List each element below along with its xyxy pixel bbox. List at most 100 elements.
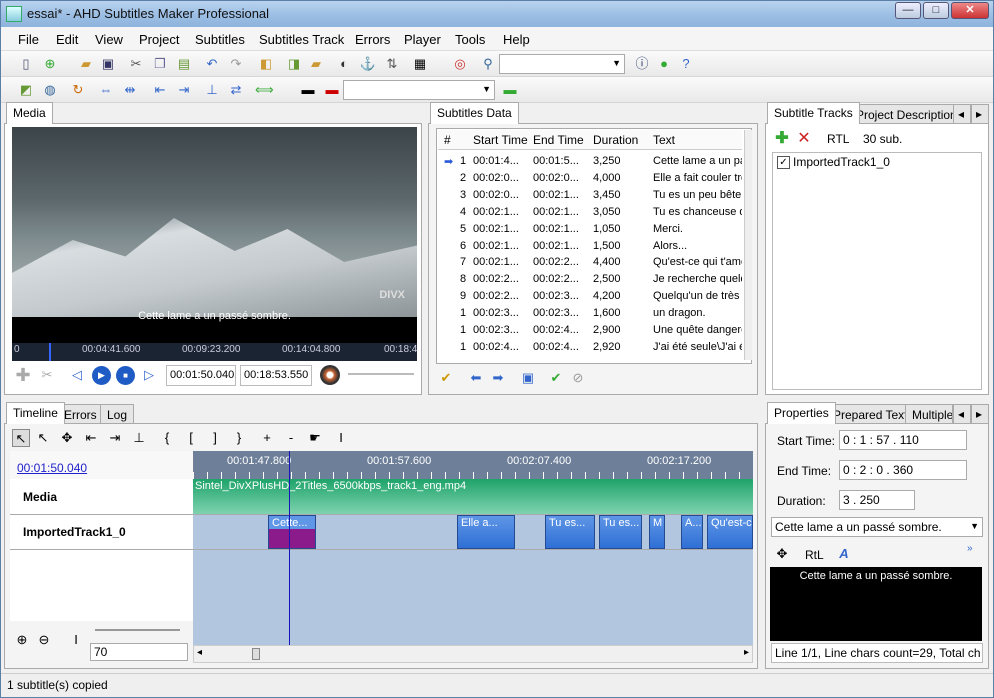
subtitle-block[interactable]: M [649, 515, 665, 549]
zoom-in-magnifier-icon[interactable]: ⊕ [13, 631, 31, 649]
paste-icon[interactable]: ▤ [175, 55, 193, 73]
menu-player[interactable]: Player [404, 32, 441, 47]
arrow-right-icon[interactable]: ➡ [489, 369, 507, 387]
add-icon[interactable]: ✚ [14, 366, 32, 384]
expand-icon[interactable]: ⇔ [97, 81, 115, 99]
subtitle-block[interactable]: Elle a... [457, 515, 515, 549]
table-row[interactable]: 9 00:02:2... 00:02:3... 4,200 Quelqu'un de t… [438, 288, 742, 305]
zoom-out-icon[interactable]: - [282, 429, 300, 447]
redo-icon[interactable]: ↷ [227, 55, 245, 73]
col-num[interactable]: # [444, 133, 451, 147]
grid-scrollbar[interactable] [744, 130, 752, 360]
cursor-text-icon[interactable]: I [332, 429, 350, 447]
tab-timeline[interactable]: Timeline [6, 402, 65, 424]
hand-icon[interactable]: ☛ [306, 429, 324, 447]
table-row[interactable]: ➡ 1 00:01:4... 00:01:5... 3,250 Cette lame a … [438, 153, 742, 170]
record-icon[interactable]: ▬ [323, 81, 341, 99]
next-icon[interactable]: ▷ [140, 366, 158, 384]
playhead[interactable] [289, 451, 290, 645]
start-time-input[interactable]: 0 : 1 : 57 . 110 [839, 430, 967, 450]
col-end[interactable]: End Time [533, 133, 584, 147]
track-checkbox[interactable]: ✓ [777, 156, 790, 169]
duration-input[interactable]: 3 . 250 [839, 490, 915, 510]
play-icon[interactable]: ▶ [92, 366, 111, 385]
scroll-left-icon[interactable]: ◂ [197, 647, 202, 658]
join-icon[interactable]: ⇄ [227, 81, 245, 99]
tab-prepared-text[interactable]: Prepared Text [826, 404, 915, 424]
table-row[interactable]: 1 00:02:3... 00:02:3... 1,600 un dragon. [438, 305, 742, 322]
zoom-slider[interactable] [95, 629, 180, 631]
import-icon[interactable]: ◧ [257, 55, 275, 73]
col-start[interactable]: Start Time [473, 133, 528, 147]
brace-right-icon[interactable]: } [230, 429, 248, 447]
new-file-icon[interactable]: ▯ [17, 55, 35, 73]
rtl-toggle[interactable]: RTL [827, 132, 849, 146]
check-icon[interactable]: ✔ [437, 369, 455, 387]
format-icon[interactable]: ◐ [335, 55, 353, 73]
tab-multiple[interactable]: Multiple S [905, 404, 953, 424]
tab-properties[interactable]: Properties [767, 402, 836, 424]
info-icon[interactable]: ⓘ [633, 55, 651, 73]
table-row[interactable]: 5 00:02:1... 00:02:1... 1,050 Merci. [438, 221, 742, 238]
search-combo[interactable]: ▼ [499, 54, 625, 74]
end-time-input[interactable]: 0 : 2 : 0 . 360 [839, 460, 967, 480]
user-icon[interactable]: ● [655, 55, 673, 73]
cancel-icon[interactable]: ⊘ [569, 369, 587, 387]
insert-icon[interactable]: ◩ [17, 81, 35, 99]
move-right-icon[interactable]: ⇥ [175, 81, 193, 99]
col-text[interactable]: Text [653, 133, 675, 147]
folder-icon[interactable]: ▰ [307, 55, 325, 73]
stretch-icon[interactable]: ⟺ [255, 81, 274, 99]
zoom-out-magnifier-icon[interactable]: ⊖ [35, 631, 53, 649]
table-row[interactable]: 1 00:02:4... 00:02:4... 2,920 J'ai été seule… [438, 339, 742, 356]
table-row[interactable]: 8 00:02:2... 00:02:2... 2,500 Je recherche q… [438, 271, 742, 288]
minimize-button[interactable]: — [895, 2, 921, 19]
tab-scroll-left[interactable]: ◂ [953, 404, 971, 424]
trim-left-icon[interactable]: ⇤ [82, 429, 100, 447]
table-row[interactable]: 2 00:02:0... 00:02:0... 4,000 Elle a fait co… [438, 170, 742, 187]
tab-subtitles-data[interactable]: Subtitles Data [430, 102, 519, 124]
subtitle-block[interactable]: Qu'est-ce [707, 515, 753, 549]
open-folder-icon[interactable]: ▰ [77, 55, 95, 73]
table-row[interactable]: 3 00:02:0... 00:02:1... 3,450 Tu es un peu b… [438, 187, 742, 204]
zoom-input[interactable]: 70 [90, 643, 188, 661]
font-icon[interactable]: A [835, 545, 853, 563]
move-text-icon[interactable]: ✥ [773, 545, 791, 563]
video-mode-icon[interactable]: ▦ [411, 55, 429, 73]
film-icon[interactable]: ▬ [299, 81, 317, 99]
menu-edit[interactable]: Edit [56, 32, 78, 47]
menu-view[interactable]: View [95, 32, 123, 47]
select-tool-icon[interactable]: ↖ [12, 429, 30, 447]
help-icon[interactable]: ? [677, 55, 695, 73]
tab-media[interactable]: Media [6, 102, 53, 124]
bracket-right-icon[interactable]: ] [206, 429, 224, 447]
cut-icon[interactable]: ✂ [38, 366, 56, 384]
tab-scroll-right[interactable]: ▸ [971, 404, 989, 424]
prev-icon[interactable]: ◁ [68, 366, 86, 384]
track-item[interactable]: ImportedTrack1_0 [793, 155, 890, 169]
add-track-icon[interactable]: ✚ [773, 130, 791, 148]
delete-track-icon[interactable]: ✕ [795, 130, 813, 148]
subtitle-block[interactable]: Tu es... [545, 515, 595, 549]
film-add-icon[interactable]: ▬ [501, 81, 519, 99]
subtitle-block-selected[interactable]: Cette... [268, 515, 316, 549]
more-chevron-icon[interactable]: » [967, 543, 973, 554]
refresh-icon[interactable]: ↻ [69, 81, 87, 99]
anchor-icon[interactable]: ⚓ [359, 55, 377, 73]
position-link[interactable]: 00:01:50.040 [17, 461, 87, 475]
undo-icon[interactable]: ↶ [203, 55, 221, 73]
volume-slider[interactable] [348, 373, 414, 375]
accept-icon[interactable]: ✔ [547, 369, 565, 387]
bracket-left-icon[interactable]: [ [182, 429, 200, 447]
menu-subtitles-track[interactable]: Subtitles Track [259, 32, 344, 47]
table-row[interactable]: 4 00:02:1... 00:02:1... 3,050 Tu es chanceus… [438, 204, 742, 221]
tab-scroll-left[interactable]: ◂ [953, 104, 971, 124]
scroll-right-icon[interactable]: ▸ [744, 647, 749, 658]
tab-subtitle-tracks[interactable]: Subtitle Tracks [767, 102, 860, 124]
move-left-icon[interactable]: ⇤ [151, 81, 169, 99]
trim-right-icon[interactable]: ⇥ [106, 429, 124, 447]
new-project-icon[interactable]: ⊕ [41, 55, 59, 73]
col-duration[interactable]: Duration [593, 133, 638, 147]
snap-icon[interactable]: ⊥ [130, 429, 148, 447]
menu-help[interactable]: Help [503, 32, 530, 47]
